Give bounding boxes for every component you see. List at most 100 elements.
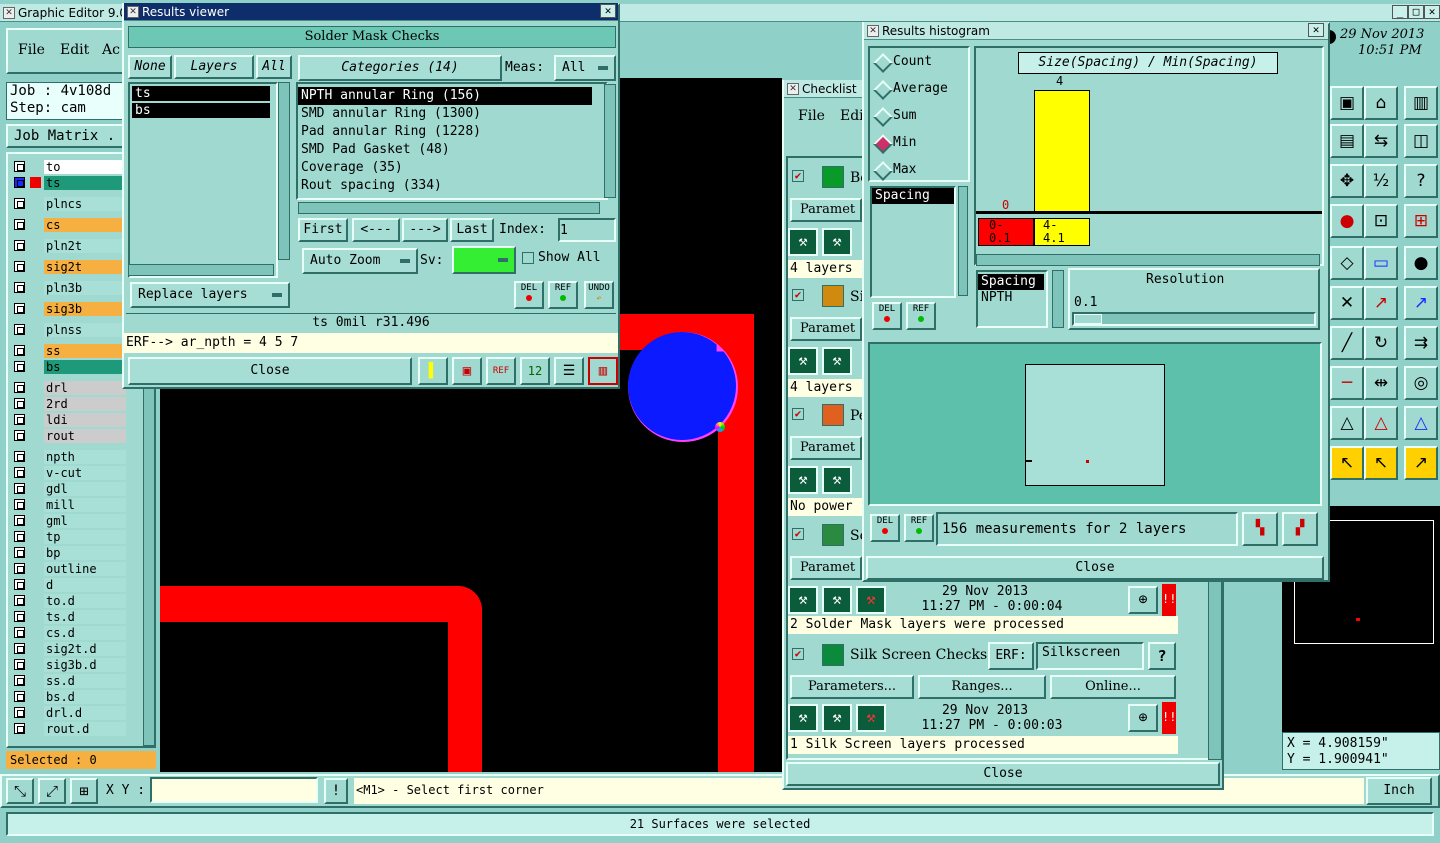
layer-row-v-cut[interactable]: v-cut (8, 466, 128, 481)
layer-row-d[interactable]: d (8, 578, 128, 593)
hline-icon[interactable]: ─ (1330, 366, 1364, 400)
layer-checkbox[interactable] (14, 627, 25, 638)
checklist-item-name[interactable]: Pe (850, 408, 862, 424)
hist-del-button[interactable]: DEL (870, 514, 900, 542)
layer-row-ss[interactable]: ss (8, 344, 128, 359)
layer-checkbox[interactable] (14, 219, 25, 230)
layer-checkbox[interactable] (14, 414, 25, 425)
rv-first-button[interactable]: First (298, 218, 348, 242)
layer-checkbox[interactable] (14, 198, 25, 209)
measure-icon[interactable]: ⊡ (1364, 204, 1398, 238)
layer-checkbox[interactable] (14, 515, 25, 526)
rv-next-button[interactable]: ---> (402, 218, 448, 242)
layer-checkbox[interactable] (14, 398, 25, 409)
circles-icon[interactable]: ◎ (1404, 366, 1438, 400)
layer-row-rout.d[interactable]: rout.d (8, 722, 128, 737)
rv-layers-button[interactable]: Layers (174, 55, 254, 79)
layer-row-pln2t[interactable]: pln2t (8, 239, 128, 254)
exclaim-icon[interactable]: ! (324, 778, 348, 804)
rv-category-4[interactable]: Coverage (35) (298, 159, 606, 177)
rv-category-2[interactable]: Pad annular Ring (1228) (298, 123, 606, 141)
layer-row-plncs[interactable]: plncs (8, 197, 128, 212)
arrows-icon[interactable]: ⇉ (1404, 326, 1438, 360)
layer-checkbox[interactable] (14, 303, 25, 314)
zoom-in-icon[interactable]: ⤡ (6, 778, 34, 804)
checklist-item-name[interactable]: Bo (850, 170, 862, 186)
shape-icon[interactable]: ◇ (1330, 246, 1364, 280)
checklist-params-button[interactable]: Parameters... (790, 675, 914, 699)
checklist-item-name[interactable]: Si (850, 289, 862, 305)
checklist-item-checkbox[interactable]: ✔ (792, 289, 804, 301)
layer-checkbox[interactable] (14, 345, 25, 356)
rv-tool-icon-3[interactable]: REF (486, 357, 516, 385)
hist-field-scroll[interactable] (958, 186, 968, 296)
grid-icon[interactable]: ⊞ (70, 778, 98, 804)
node-icon[interactable]: ● (1330, 204, 1364, 238)
line-arrow-blue-icon[interactable]: ↗ (1404, 286, 1438, 320)
hist-ref-small[interactable]: REF (906, 302, 936, 330)
rv-report-icon[interactable]: ☰ (554, 357, 584, 385)
layer-row-gdl[interactable]: gdl (8, 482, 128, 497)
split-icon[interactable]: ◫ (1404, 124, 1438, 158)
layer-row-tp[interactable]: tp (8, 530, 128, 545)
job-matrix-button[interactable]: Job Matrix . (6, 124, 126, 148)
layer-checkbox[interactable] (14, 282, 25, 293)
layer-row-outline[interactable]: outline (8, 562, 128, 577)
checklist-ranges-button[interactable]: Ranges... (918, 675, 1046, 699)
layer-row-to[interactable]: to (8, 160, 128, 175)
close-button[interactable]: ✕ (1424, 5, 1440, 19)
layer-checkbox[interactable] (14, 467, 25, 478)
checklist-item-name[interactable]: So (850, 528, 862, 544)
rv-none-button[interactable]: None (128, 55, 172, 79)
run-all-icon[interactable]: ⚒ (822, 586, 852, 614)
checklist-params-button[interactable]: Paramet (790, 317, 862, 341)
triangle-icon[interactable]: △ (1330, 406, 1364, 440)
zoom-icon[interactable]: ⊕ (1128, 704, 1158, 732)
help-icon[interactable]: ? (1148, 642, 1176, 670)
layer-checkbox[interactable] (14, 324, 25, 335)
layer-row-bs.d[interactable]: bs.d (8, 690, 128, 705)
menu-actions[interactable]: Ac (102, 42, 120, 58)
layer-checkbox[interactable] (14, 177, 25, 188)
rv-layer-hscroll[interactable] (128, 264, 274, 276)
checklist-item-checkbox[interactable]: ✔ (792, 528, 804, 540)
hist-field-spacing[interactable]: Spacing (872, 188, 954, 204)
rv-undo-button[interactable]: UNDO ↶ (584, 281, 614, 309)
triangle-blue-icon[interactable]: △ (1404, 406, 1438, 440)
layer-row-sig3b.d[interactable]: sig3b.d (8, 658, 128, 673)
stop-icon[interactable]: ⚒ (856, 586, 886, 614)
checklist-item-checkbox[interactable]: ✔ (792, 170, 804, 182)
layer-row-cs.d[interactable]: cs.d (8, 626, 128, 641)
hist-bin-1[interactable]: 4- 4.1 (1034, 218, 1090, 246)
rv-meas-select[interactable]: All (554, 55, 616, 81)
layer-icon[interactable]: ▤ (1330, 124, 1364, 158)
rv-ref-button[interactable]: REF (548, 281, 578, 309)
stop-icon[interactable]: ⚒ (856, 704, 886, 732)
layer-row-npth[interactable]: npth (8, 450, 128, 465)
swap-icon[interactable]: ⇆ (1364, 124, 1398, 158)
layer-row-ss.d[interactable]: ss.d (8, 674, 128, 689)
layer-checkbox[interactable] (14, 707, 25, 718)
layer-checkbox[interactable] (14, 261, 25, 272)
rv-del-button[interactable]: DEL (514, 281, 544, 309)
hist-del-small[interactable]: DEL (872, 302, 902, 330)
rv-prev-button[interactable]: <--- (352, 218, 400, 242)
rv-replace-layers-button[interactable]: Replace layers (130, 282, 290, 308)
home-icon[interactable]: ⌂ (1364, 86, 1398, 120)
layer-checkbox[interactable] (14, 382, 25, 393)
layer-checkbox[interactable] (14, 499, 25, 510)
cross-icon[interactable]: ✕ (1330, 286, 1364, 320)
run-icon[interactable]: ⚒ (788, 586, 818, 614)
half-icon[interactable]: ½ (1364, 164, 1398, 198)
triangle-red-icon[interactable]: △ (1364, 406, 1398, 440)
layer-checkbox[interactable] (14, 483, 25, 494)
diagonal-icon[interactable]: ╱ (1330, 326, 1364, 360)
run-all-icon[interactable]: ⚒ (822, 704, 852, 732)
hist-resolution-thumb[interactable] (1074, 314, 1102, 324)
checklist-online-button[interactable]: Online... (1050, 675, 1176, 699)
hist-close-button[interactable]: Close (866, 556, 1324, 580)
checklist-menu-file[interactable]: File (798, 108, 825, 124)
layer-row-drl[interactable]: drl (8, 381, 128, 396)
rv-layer-bs[interactable]: bs (132, 103, 270, 118)
run-icon[interactable]: ⚒ (788, 704, 818, 732)
